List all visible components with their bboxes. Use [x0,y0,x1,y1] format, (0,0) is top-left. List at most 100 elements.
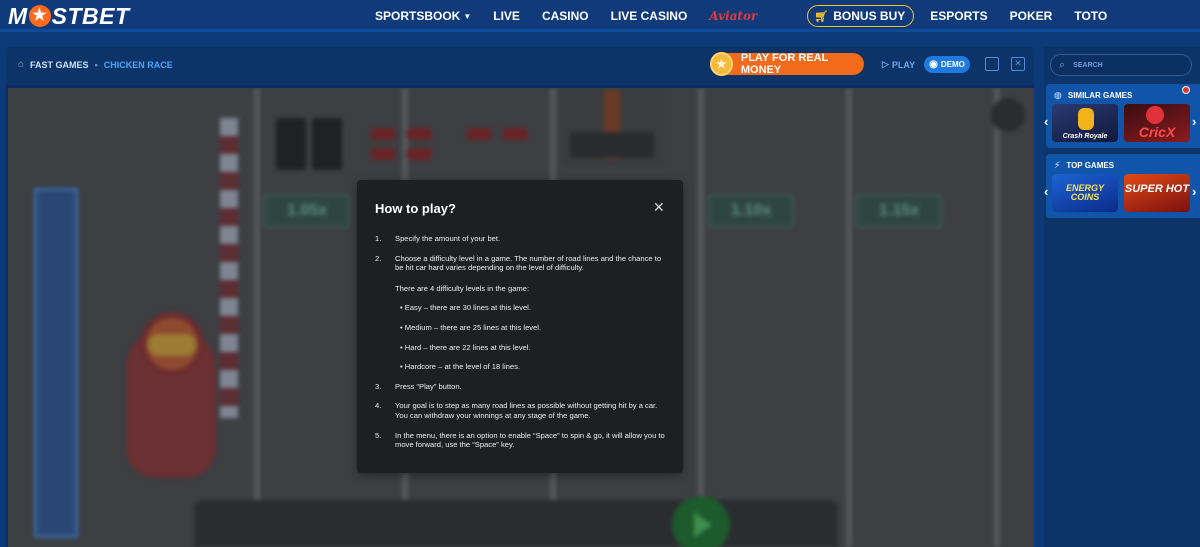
mostbet-logo[interactable]: M ★ STBET [8,3,130,29]
chevron-right-icon[interactable]: › [1192,114,1196,129]
lane-divider [254,88,260,547]
real-money-label: PLAY FOR REAL MONEY [740,52,829,76]
instruction-step: 3. Press “Play” button. [375,382,671,392]
multiplier-box: 1.15x [856,194,942,228]
breadcrumb: ⌂ FAST GAMES • CHICKEN RACE [18,59,173,70]
top-games-header: ⚡︎ TOP GAMES [1054,160,1114,171]
nav-live-casino[interactable]: LIVE CASINO [611,9,688,23]
game-thumb-label: CricX [1138,124,1176,140]
multiplier-box: 1.10x [708,194,794,228]
top-games-section: ⚡︎ TOP GAMES ‹ ENERGY COINS SUPER HOT › [1044,154,1200,218]
similar-games-icon: ◍ [1054,90,1062,100]
lane-divider [994,88,1000,547]
chevron-left-icon[interactable]: ‹ [1044,114,1048,129]
home-icon[interactable]: ⌂ [18,59,24,70]
search-input[interactable]: ⌕ SEARCH [1050,54,1192,76]
lightning-icon: ⚡︎ [1054,160,1061,170]
similar-games-title: SIMILAR GAMES [1067,91,1133,100]
chevron-down-icon: ▼ [463,11,472,21]
step-text: Choose a difficulty level in a game. The… [395,253,662,273]
difficulty-hardcore: • Hardcore – at the level of 18 lines. [400,362,521,372]
step-text: Specify the amount of your bet. [395,234,501,243]
nav-aviator[interactable]: Aviator [709,9,757,23]
red-light [406,148,432,160]
cricket-ball-art [1146,106,1164,124]
close-game-icon[interactable]: ✕ [1011,57,1025,71]
menu-round-button [991,98,1025,132]
nav-casino[interactable]: CASINO [542,9,589,23]
step-number: 2. [375,253,382,263]
side-banner [34,188,78,538]
nav-bonus-buy-label: BONUS BUY [833,9,906,23]
step-text: Your goal is to step as many road lines … [395,401,658,420]
difficulty-medium: • Medium – there are 25 lines at this le… [400,322,542,332]
play-mode-button[interactable]: ▷ PLAY [882,59,915,70]
demo-mode-button[interactable]: ◉ DEMO [924,56,970,73]
game-thumb-label: ENERGY COINS [1065,183,1104,202]
chevron-right-icon[interactable]: › [1192,184,1196,199]
nav-sportsbook-label: SPORTSBOOK [375,9,461,23]
instruction-step: 5. In the menu, there is an option to en… [375,431,671,450]
race-car [560,88,664,166]
logo-text-left: M [8,2,28,29]
step-number: 4. [375,401,382,411]
racer-visor [148,334,196,356]
nav-esports[interactable]: ESPORTS [930,9,987,23]
striped-pole [220,118,238,418]
game-thumb-super-hot[interactable]: SUPER HOT [1124,174,1190,212]
chicken-racer [126,312,218,478]
nav-poker[interactable]: POKER [1010,9,1053,23]
instructions-list: 1. Specify the amount of your bet. 2. Ch… [375,234,671,460]
chevron-left-icon[interactable]: ‹ [1044,184,1048,199]
nav-toto[interactable]: TOTO [1074,9,1107,23]
search-placeholder: SEARCH [1073,61,1103,69]
demo-mode-label: DEMO [940,60,965,69]
nav-live[interactable]: LIVE [493,9,520,23]
breadcrumb-fast-games[interactable]: FAST GAMES [30,60,89,70]
instruction-step: 2. Choose a difficulty level in a game. … [375,254,671,372]
difficulty-easy: • Easy – there are 30 lines at this leve… [400,303,531,313]
step-text: In the menu, there is an option to enabl… [395,430,665,450]
red-light [406,128,432,140]
main-nav: SPORTSBOOK ▼ LIVE CASINO LIVE CASINO Avi… [375,0,1129,32]
game-thumb-crash-royale[interactable]: Crash Royale [1052,104,1118,142]
cart-icon: 🛒︎ [814,10,829,23]
lane-divider [698,88,704,547]
barrier-block [312,118,342,170]
step-number: 5. [375,430,382,440]
info-badge-icon [1182,86,1190,94]
step-text: Press “Play” button. [395,381,462,391]
red-light [370,128,396,140]
close-icon[interactable]: ✕ [653,200,665,214]
lane-divider [846,88,852,547]
game-play-button [672,496,730,547]
difficulty-intro: There are 4 difficulty levels in the gam… [395,283,530,293]
eye-icon: ◉ [929,59,938,70]
difficulty-hard: • Hard – there are 22 lines at this leve… [400,342,531,352]
logo-star-icon: ★ [28,5,51,27]
nav-sportsbook[interactable]: SPORTSBOOK ▼ [375,9,471,23]
game-thumb-label: SUPER HOT [1124,183,1190,195]
play-icon: ▷ [882,59,889,69]
logo-text-right: STBET [51,2,130,29]
nav-bonus-buy[interactable]: 🛒︎ BONUS BUY [807,5,915,27]
top-games-title: TOP GAMES [1066,161,1115,170]
red-light [370,148,396,160]
barrier-block [276,118,306,170]
step-body: Choose a difficulty level in a game. The… [395,254,671,372]
how-to-play-modal: How to play? ✕ 1. Specify the amount of … [357,180,683,473]
game-header: ⌂ FAST GAMES • CHICKEN RACE ★ PLAY FOR R… [6,47,1034,85]
play-for-real-money-button[interactable]: ★ PLAY FOR REAL MONEY [710,52,864,76]
play-mode-label: PLAY [891,59,916,70]
breadcrumb-separator: • [94,59,98,70]
red-light [502,128,528,140]
crash-royale-art [1078,108,1094,130]
game-thumb-cricx[interactable]: CricX [1124,104,1190,142]
bet-control-bar [194,500,838,547]
fullscreen-icon[interactable] [985,57,999,71]
game-thumb-energy-coins[interactable]: ENERGY COINS [1052,174,1118,212]
step-number: 3. [375,381,382,391]
step-number: 1. [375,234,382,243]
modal-title: How to play? [375,201,456,216]
red-light [466,128,492,140]
